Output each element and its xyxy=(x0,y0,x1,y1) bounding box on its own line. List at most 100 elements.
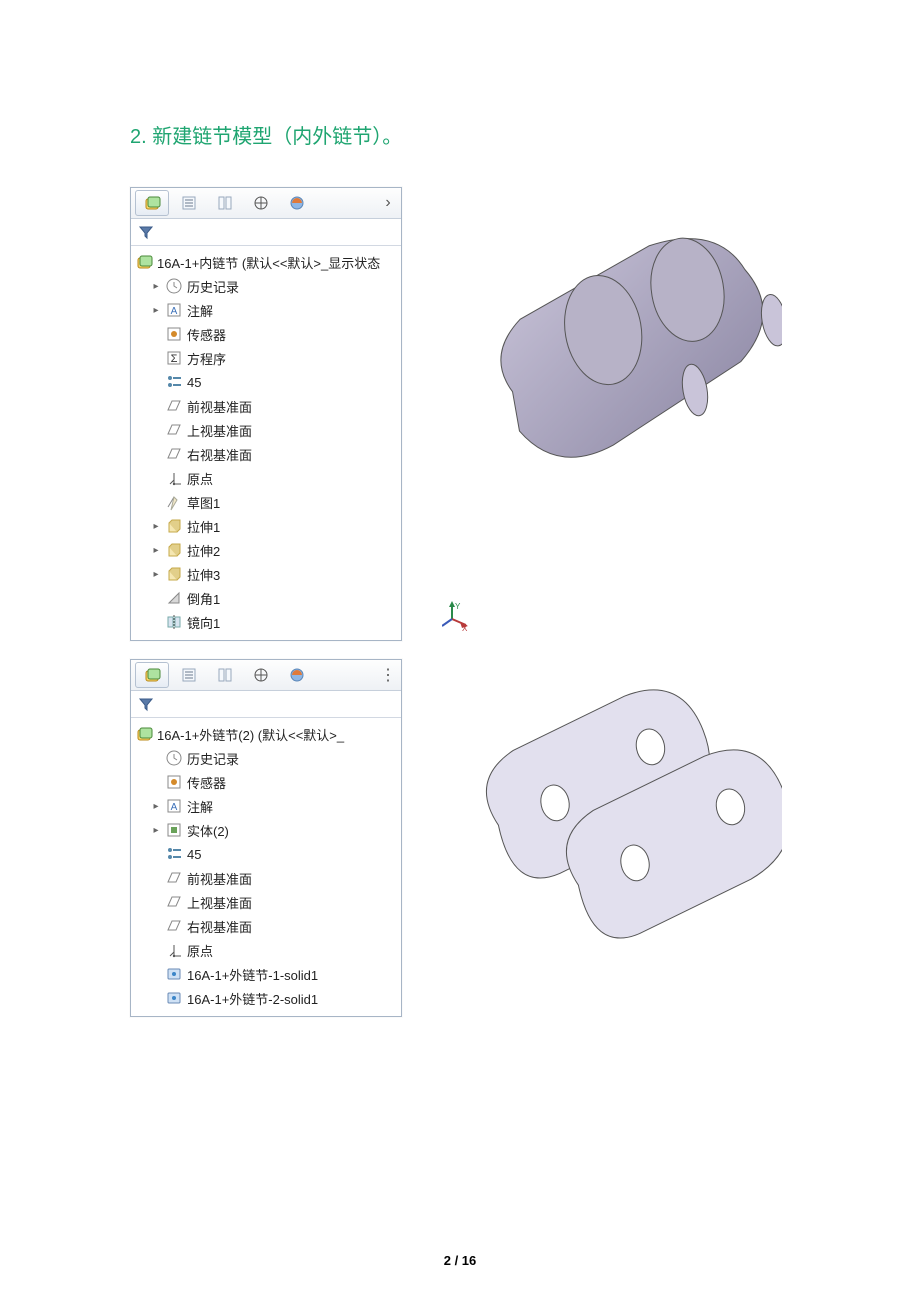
plane-icon xyxy=(165,869,183,887)
outer-link-render xyxy=(442,659,782,1019)
tree-item[interactable]: ▸ 历史记录 xyxy=(131,274,401,298)
tree-item-label: 拉伸3 xyxy=(187,565,401,584)
tab-display-manager[interactable] xyxy=(281,191,313,215)
tab-dimxpert-manager[interactable] xyxy=(245,191,277,215)
inner-link-render xyxy=(442,187,782,607)
extrude-icon xyxy=(165,517,183,535)
tree-item[interactable]: 上视基准面 xyxy=(131,418,401,442)
tree-item-label: 16A-1+外链节-1-solid1 xyxy=(187,965,401,984)
tree-item[interactable]: 16A-1+外链节-2-solid1 xyxy=(131,986,401,1010)
extrude-icon xyxy=(165,541,183,559)
annotation-icon xyxy=(165,301,183,319)
annotation-icon xyxy=(165,797,183,815)
tab-dimxpert-manager[interactable] xyxy=(245,663,277,687)
tree-item-label: 右视基准面 xyxy=(187,445,401,464)
tree-item-label: 拉伸2 xyxy=(187,541,401,560)
tree-item[interactable]: 传感器 xyxy=(131,322,401,346)
tree-item[interactable]: 原点 xyxy=(131,466,401,490)
chamfer-icon xyxy=(165,589,183,607)
plane-icon xyxy=(165,917,183,935)
page-total: 16 xyxy=(462,1253,476,1268)
filter-bar[interactable] xyxy=(131,219,401,246)
tree-item[interactable]: 草图1 xyxy=(131,490,401,514)
tree-item-label: 传感器 xyxy=(187,773,401,792)
tab-property-manager[interactable] xyxy=(173,191,205,215)
page-footer: 2 / 16 xyxy=(0,1253,920,1268)
expand-toggle-icon[interactable]: ▸ xyxy=(151,825,161,836)
tree-root-part[interactable]: 16A-1+内链节 (默认<<默认>_显示状态 xyxy=(131,250,401,274)
tree-item-label: 草图1 xyxy=(187,493,401,512)
tree-item[interactable]: ▸ 拉伸3 xyxy=(131,562,401,586)
tree-item-label: 上视基准面 xyxy=(187,893,401,912)
tree-item[interactable]: ▸ 拉伸2 xyxy=(131,538,401,562)
tab-configuration-manager[interactable] xyxy=(209,191,241,215)
tree-item[interactable]: ▸ 注解 xyxy=(131,298,401,322)
importedbody-icon xyxy=(165,965,183,983)
heading-number: 2. xyxy=(130,126,147,148)
tree-item[interactable]: 传感器 xyxy=(131,770,401,794)
tab-configuration-manager[interactable] xyxy=(209,663,241,687)
expand-tabs-icon[interactable]: › xyxy=(379,194,397,212)
tree-item-label: 16A-1+外链节-2-solid1 xyxy=(187,989,401,1008)
filter-icon xyxy=(137,223,155,241)
sensor-icon xyxy=(165,773,183,791)
tree-item[interactable]: 45 xyxy=(131,370,401,394)
tree-item[interactable]: 16A-1+外链节-1-solid1 xyxy=(131,962,401,986)
equation-icon xyxy=(165,349,183,367)
history-icon xyxy=(165,277,183,295)
material-icon xyxy=(165,845,183,863)
tab-feature-manager[interactable] xyxy=(135,662,169,688)
tab-display-manager[interactable] xyxy=(281,663,313,687)
tree-item-label: 历史记录 xyxy=(187,277,401,296)
tree-item-label: 原点 xyxy=(187,941,401,960)
figure-row-1: › 16A-1+内链节 (默认<<默认>_显示状态 ▸ 历史记录 ▸ 注解传感器方程序… xyxy=(130,187,790,641)
origin-icon xyxy=(165,941,183,959)
expand-toggle-icon[interactable]: ▸ xyxy=(151,801,161,812)
tree-item[interactable]: 镜向1 xyxy=(131,610,401,634)
tree-item-label: 上视基准面 xyxy=(187,421,401,440)
material-icon xyxy=(165,373,183,391)
feature-tree-panel-2: ⋮ 16A-1+外链节(2) (默认<<默认>_ 历史记录传感器 ▸ 注解 ▸实体(2… xyxy=(130,659,402,1017)
tree-item[interactable]: ▸ 注解 xyxy=(131,794,401,818)
tree-item-label: 前视基准面 xyxy=(187,397,401,416)
tree-item[interactable]: ▸拉伸1 xyxy=(131,514,401,538)
tree-item[interactable]: ▸实体(2) xyxy=(131,818,401,842)
tree-item[interactable]: 历史记录 xyxy=(131,746,401,770)
tree-item-label: 45 xyxy=(187,375,401,390)
page-sep: / xyxy=(451,1253,462,1268)
plane-icon xyxy=(165,397,183,415)
tree-item[interactable]: 方程序 xyxy=(131,346,401,370)
filter-bar[interactable] xyxy=(131,691,401,718)
tree-item-label: 45 xyxy=(187,847,401,862)
filter-icon xyxy=(137,695,155,713)
plane-icon xyxy=(165,893,183,911)
tree-item[interactable]: 前视基准面 xyxy=(131,866,401,890)
tree-item[interactable]: 右视基准面 xyxy=(131,442,401,466)
tree-item-label: 注解 xyxy=(187,301,401,320)
tree-item-label: 注解 xyxy=(187,797,401,816)
outer-link-graphic xyxy=(442,659,782,1019)
expand-toggle-icon[interactable]: ▸ xyxy=(151,305,161,316)
tree-item-label: 历史记录 xyxy=(187,749,401,768)
expand-tabs-icon[interactable]: ⋮ xyxy=(379,665,397,685)
importedbody-icon xyxy=(165,989,183,1007)
inner-link-graphic xyxy=(442,187,782,607)
tree-item[interactable]: 倒角1 xyxy=(131,586,401,610)
tree-item[interactable]: 原点 xyxy=(131,938,401,962)
tree-item[interactable]: 前视基准面 xyxy=(131,394,401,418)
panel2-tree: 16A-1+外链节(2) (默认<<默认>_ 历史记录传感器 ▸ 注解 ▸实体(2) 4… xyxy=(131,718,401,1016)
expand-toggle-icon[interactable]: ▸ xyxy=(151,521,161,532)
panel1-tree: 16A-1+内链节 (默认<<默认>_显示状态 ▸ 历史记录 ▸ 注解传感器方程序 45… xyxy=(131,246,401,640)
panel1-tabbar: › xyxy=(131,188,401,219)
tab-feature-manager[interactable] xyxy=(135,190,169,216)
tree-root-part[interactable]: 16A-1+外链节(2) (默认<<默认>_ xyxy=(131,722,401,746)
tab-property-manager[interactable] xyxy=(173,663,205,687)
origin-icon xyxy=(165,469,183,487)
expand-toggle-icon[interactable]: ▸ xyxy=(151,569,161,580)
tree-item[interactable]: 右视基准面 xyxy=(131,914,401,938)
tree-item[interactable]: 上视基准面 xyxy=(131,890,401,914)
tree-item-label: 倒角1 xyxy=(187,589,401,608)
tree-item[interactable]: 45 xyxy=(131,842,401,866)
expand-toggle-icon[interactable]: ▸ xyxy=(151,281,161,292)
expand-toggle-icon[interactable]: ▸ xyxy=(151,545,161,556)
